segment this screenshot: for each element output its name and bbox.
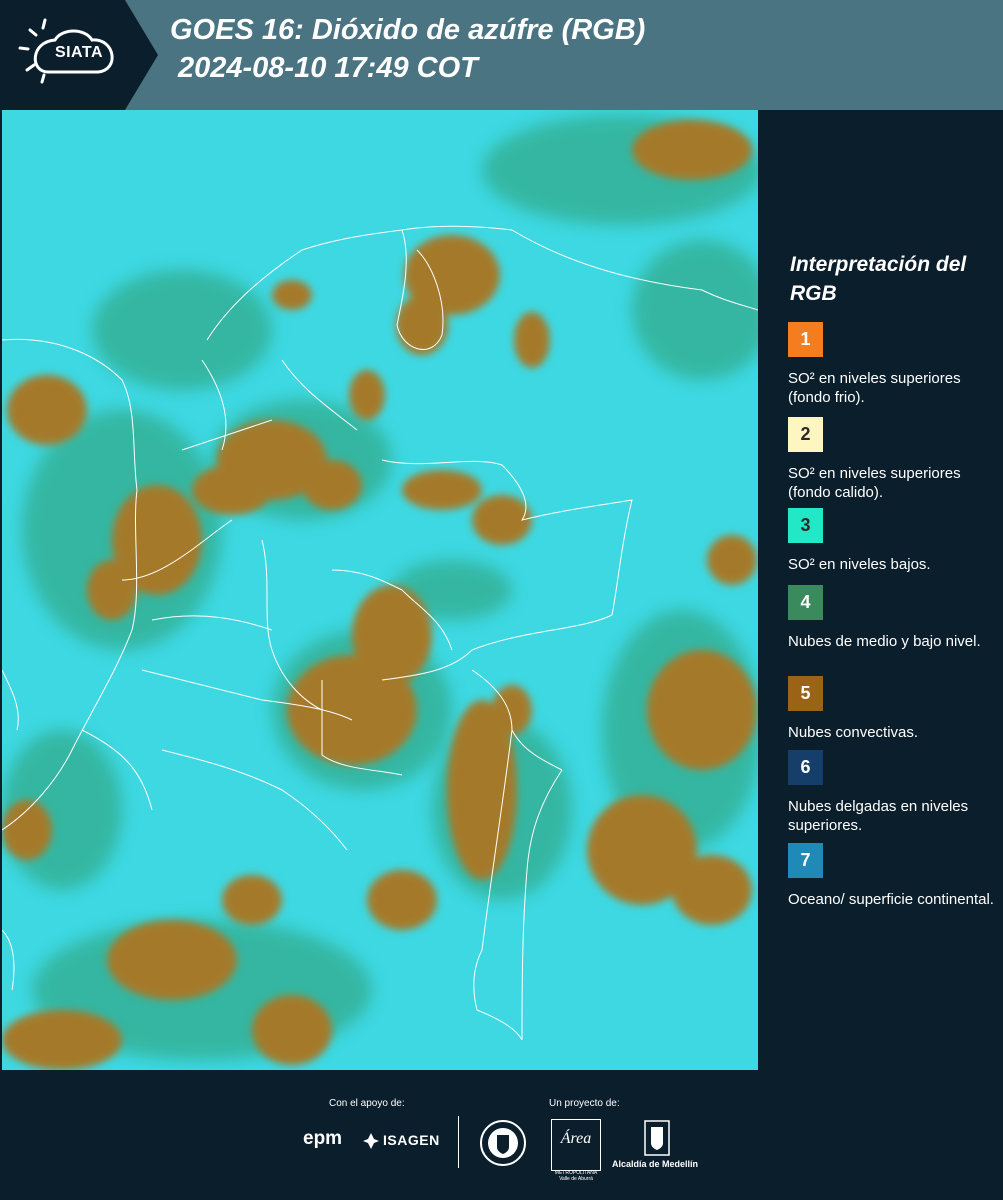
legend-swatch-3: 3: [788, 508, 823, 543]
legend-item-1: 1 SO² en niveles superiores (fondo frio)…: [788, 322, 998, 407]
footer: Con el apoyo de: Un proyecto de: epm ISA…: [0, 1070, 1003, 1200]
alcaldia-shield-icon: [644, 1120, 670, 1156]
epm-logo: epm: [303, 1128, 343, 1149]
isagen-icon: [363, 1133, 379, 1149]
legend-swatch-5: 5: [788, 676, 823, 711]
legend-title: Interpretación del RGB: [790, 253, 967, 305]
area-metropolitana-logo: Área: [551, 1119, 601, 1171]
legend-swatch-4: 4: [788, 585, 823, 620]
page-title: GOES 16: Dióxido de azúfre (RGB): [170, 14, 646, 46]
siata-logo: SIATA: [0, 0, 160, 110]
area-logo-text: Área: [560, 1130, 592, 1147]
legend-label-4: Nubes de medio y bajo nivel.: [788, 633, 981, 650]
project-caption: Un proyecto de:: [549, 1098, 620, 1109]
legend-item-3: 3 SO² en niveles bajos.: [788, 508, 998, 574]
legend-item-6: 6 Nubes delgadas en niveles superiores.: [788, 750, 998, 835]
legend-label-6: Nubes delgadas en niveles superiores.: [788, 798, 969, 834]
legend-label-2: SO² en niveles superiores (fondo calido)…: [788, 465, 961, 501]
footer-divider: [458, 1116, 459, 1168]
medellin-seal-icon: [480, 1120, 526, 1166]
legend-label-7: Oceano/ superficie continental.: [788, 891, 994, 908]
legend-item-4: 4 Nubes de medio y bajo nivel.: [788, 585, 998, 651]
page-timestamp: 2024-08-10 17:49 COT: [178, 52, 478, 84]
support-caption: Con el apoyo de:: [329, 1098, 405, 1109]
legend-panel: Interpretación del RGB 1 SO² en niveles …: [760, 110, 1003, 1070]
alcaldia-logo-text: Alcaldía de Medellín: [612, 1159, 699, 1169]
legend-swatch-2: 2: [788, 417, 823, 452]
satellite-map: [2, 110, 758, 1070]
legend-label-5: Nubes convectivas.: [788, 724, 919, 741]
legend-swatch-6: 6: [788, 750, 823, 785]
siata-logo-text: SIATA: [54, 44, 104, 61]
header-bar: SIATA GOES 16: Dióxido de azúfre (RGB) 2…: [0, 0, 1003, 110]
area-logo-subtext: METROPOLITANA Valle de Aburrá: [554, 1170, 598, 1182]
legend-label-1: SO² en niveles superiores (fondo frio).: [788, 370, 961, 406]
legend-item-5: 5 Nubes convectivas.: [788, 676, 998, 742]
legend-swatch-1: 1: [788, 322, 823, 357]
legend-item-2: 2 SO² en niveles superiores (fondo calid…: [788, 417, 998, 502]
legend-item-7: 7 Oceano/ superficie continental.: [788, 843, 998, 909]
legend-swatch-7: 7: [788, 843, 823, 878]
legend-label-3: SO² en niveles bajos.: [788, 556, 931, 573]
isagen-logo: ISAGEN: [383, 1132, 440, 1148]
